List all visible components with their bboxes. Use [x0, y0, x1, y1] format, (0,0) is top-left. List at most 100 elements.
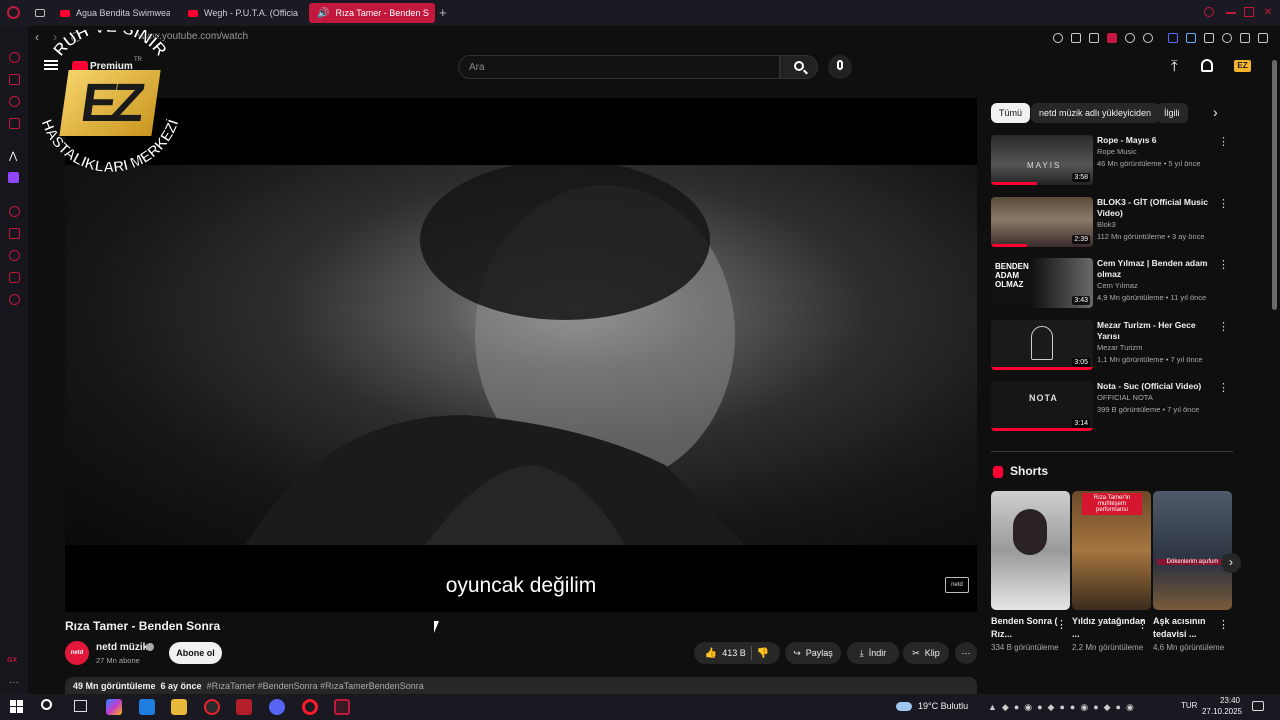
chip-all[interactable]: Tümü: [991, 103, 1031, 123]
pin-icon[interactable]: [1071, 33, 1081, 43]
short-thumbnail[interactable]: Rıza Tamer'in muhteşem performansı: [1072, 491, 1151, 610]
recommendation-channel[interactable]: Blok3: [1097, 219, 1219, 231]
search-button[interactable]: [780, 55, 818, 79]
input-language[interactable]: TUR: [1181, 701, 1197, 710]
channel-watermark[interactable]: netd: [945, 577, 969, 593]
account-avatar[interactable]: EZ: [1234, 60, 1251, 72]
clip-button[interactable]: ✂ Klip: [903, 642, 949, 664]
settings-gear-icon[interactable]: [9, 294, 20, 305]
tab-wegh[interactable]: Wegh - P.U.T.A. (Official: [180, 3, 298, 23]
tab-riza-tamer[interactable]: 🔊 Rıza Tamer - Benden S: [309, 3, 435, 23]
gx-control-icon[interactable]: [9, 74, 20, 85]
speed-dial-icon[interactable]: [9, 52, 20, 63]
short-thumbnail[interactable]: Dökenlerim aşufum: [1153, 491, 1232, 610]
more-options-icon[interactable]: ⋮: [1218, 258, 1229, 271]
voicemod-icon[interactable]: [236, 699, 252, 715]
more-actions-button[interactable]: ⋯: [955, 642, 977, 664]
voice-search-button[interactable]: [828, 55, 852, 79]
chip-related[interactable]: İlgili: [1156, 103, 1188, 123]
shorts-next-button[interactable]: ›: [1221, 553, 1241, 573]
dislike-button[interactable]: 👎: [757, 648, 769, 659]
clock-date[interactable]: 27.10.2025: [1200, 707, 1242, 716]
page-scrollbar-thumb[interactable]: [1272, 60, 1277, 310]
tab-overview-icon[interactable]: [35, 9, 45, 17]
messenger-icon[interactable]: [9, 96, 20, 107]
instagram-icon[interactable]: [9, 118, 20, 129]
notifications-bell-icon[interactable]: [1201, 59, 1213, 72]
easy-setup-icon[interactable]: [1258, 33, 1268, 43]
translate-icon[interactable]: [1186, 33, 1196, 43]
bookmarks-icon[interactable]: [9, 228, 20, 239]
zoom-icon[interactable]: [1053, 33, 1063, 43]
recommendation-thumbnail[interactable]: 3:05: [991, 320, 1093, 370]
subscribe-button[interactable]: Abone ol: [169, 642, 222, 664]
short-thumbnail[interactable]: [991, 491, 1070, 610]
recommendation-item[interactable]: 3:05 Mezar Turizm - Her Gece Yarısı Mezar…: [991, 320, 1233, 376]
taskbar-search-icon[interactable]: [41, 699, 52, 710]
extensions-icon[interactable]: [9, 272, 20, 283]
tab-agua-bendita[interactable]: Agua Bendita Swimwear |: [52, 3, 170, 23]
extensions-puzzle-icon[interactable]: [1204, 33, 1214, 43]
minimize-button[interactable]: [1226, 12, 1236, 14]
channel-avatar[interactable]: netd: [65, 641, 89, 665]
recommendation-channel[interactable]: Mezar Turizm: [1097, 342, 1219, 354]
profile-icon[interactable]: [1222, 33, 1232, 43]
recommendation-channel[interactable]: Rope Music: [1097, 146, 1219, 158]
more-icon[interactable]: ···: [9, 677, 19, 688]
short-more-options-icon[interactable]: ⋮: [1137, 618, 1148, 631]
close-window-button[interactable]: ×: [1264, 3, 1272, 19]
windows-start-icon[interactable]: [10, 700, 23, 713]
opera-logo-icon[interactable]: [7, 6, 20, 19]
twitch-icon[interactable]: [8, 172, 19, 183]
gx-corner-icon[interactable]: ⋀: [9, 151, 17, 162]
chip-from-uploader[interactable]: netd müzik adlı yükleyiciden: [1031, 103, 1160, 123]
heart-icon[interactable]: [1143, 33, 1153, 43]
recommendation-item[interactable]: 2:39 BLOK3 - GİT (Official Music Video) B…: [991, 197, 1233, 253]
vpn-icon[interactable]: [1125, 33, 1135, 43]
more-options-icon[interactable]: ⋮: [1218, 320, 1229, 333]
video-frame[interactable]: [65, 165, 977, 545]
new-tab-button[interactable]: +: [439, 5, 447, 20]
snapshot-icon[interactable]: [1089, 33, 1099, 43]
opera-icon[interactable]: [302, 699, 318, 715]
hashtags[interactable]: #RızaTamer #BendenSonra #RızaTamerBenden…: [207, 681, 424, 691]
weather-cloud-icon[interactable]: [896, 702, 912, 711]
download-button[interactable]: ⤓ İndir: [847, 642, 899, 664]
edge-icon[interactable]: [139, 699, 155, 715]
opera-gx-taskbar-icon[interactable]: [204, 699, 220, 715]
copilot-icon[interactable]: [106, 699, 122, 715]
search-tabs-icon[interactable]: [1204, 7, 1214, 17]
opera-gx-active-icon[interactable]: [334, 699, 350, 715]
player-icon[interactable]: [9, 206, 20, 217]
upload-icon[interactable]: ⤒: [1171, 58, 1178, 75]
system-tray-icons[interactable]: ▲◆●◉●◆●●◉●◆●◉: [988, 702, 1139, 713]
recommendation-item[interactable]: BENDEN ADAM OLMAZ 3:43 Cem Yılmaz | Bend…: [991, 258, 1233, 314]
download-icon[interactable]: [1240, 33, 1250, 43]
more-options-icon[interactable]: ⋮: [1218, 197, 1229, 210]
recommendation-thumbnail[interactable]: MAYIS 3:58: [991, 135, 1093, 185]
history-icon[interactable]: [9, 250, 20, 261]
channel-name[interactable]: netd müzik: [96, 642, 148, 653]
recommendation-item[interactable]: MAYIS 3:58 Rope - Mayıs 6 Rope Music 46 Mn…: [991, 135, 1233, 191]
adblock-shield-icon[interactable]: [1107, 33, 1117, 43]
speaker-toolbar-icon[interactable]: [1168, 33, 1178, 43]
gx-logo-icon[interactable]: GX: [7, 657, 17, 664]
share-button[interactable]: ↪ Paylaş: [785, 642, 841, 664]
like-button[interactable]: 👍 413 B: [705, 648, 746, 659]
search-input[interactable]: Ara: [458, 55, 780, 79]
short-more-options-icon[interactable]: ⋮: [1218, 618, 1229, 631]
task-view-icon[interactable]: [74, 700, 87, 712]
maximize-button[interactable]: [1244, 7, 1254, 17]
recommendation-item[interactable]: NOTA 3:14 Nota - Suc (Official Video) OFF…: [991, 381, 1233, 437]
short-more-options-icon[interactable]: ⋮: [1056, 618, 1067, 631]
discord-icon[interactable]: [269, 699, 285, 715]
recommendation-thumbnail[interactable]: BENDEN ADAM OLMAZ 3:43: [991, 258, 1093, 308]
recommendation-thumbnail[interactable]: 2:39: [991, 197, 1093, 247]
clock-time[interactable]: 23:40: [1204, 696, 1240, 705]
recommendation-thumbnail[interactable]: NOTA 3:14: [991, 381, 1093, 431]
recommendation-channel[interactable]: OFFICIAL NOTA: [1097, 392, 1219, 404]
more-options-icon[interactable]: ⋮: [1218, 135, 1229, 148]
file-explorer-icon[interactable]: [171, 699, 187, 715]
notifications-icon[interactable]: [1252, 701, 1264, 711]
chevron-right-icon[interactable]: ›: [1213, 104, 1218, 120]
